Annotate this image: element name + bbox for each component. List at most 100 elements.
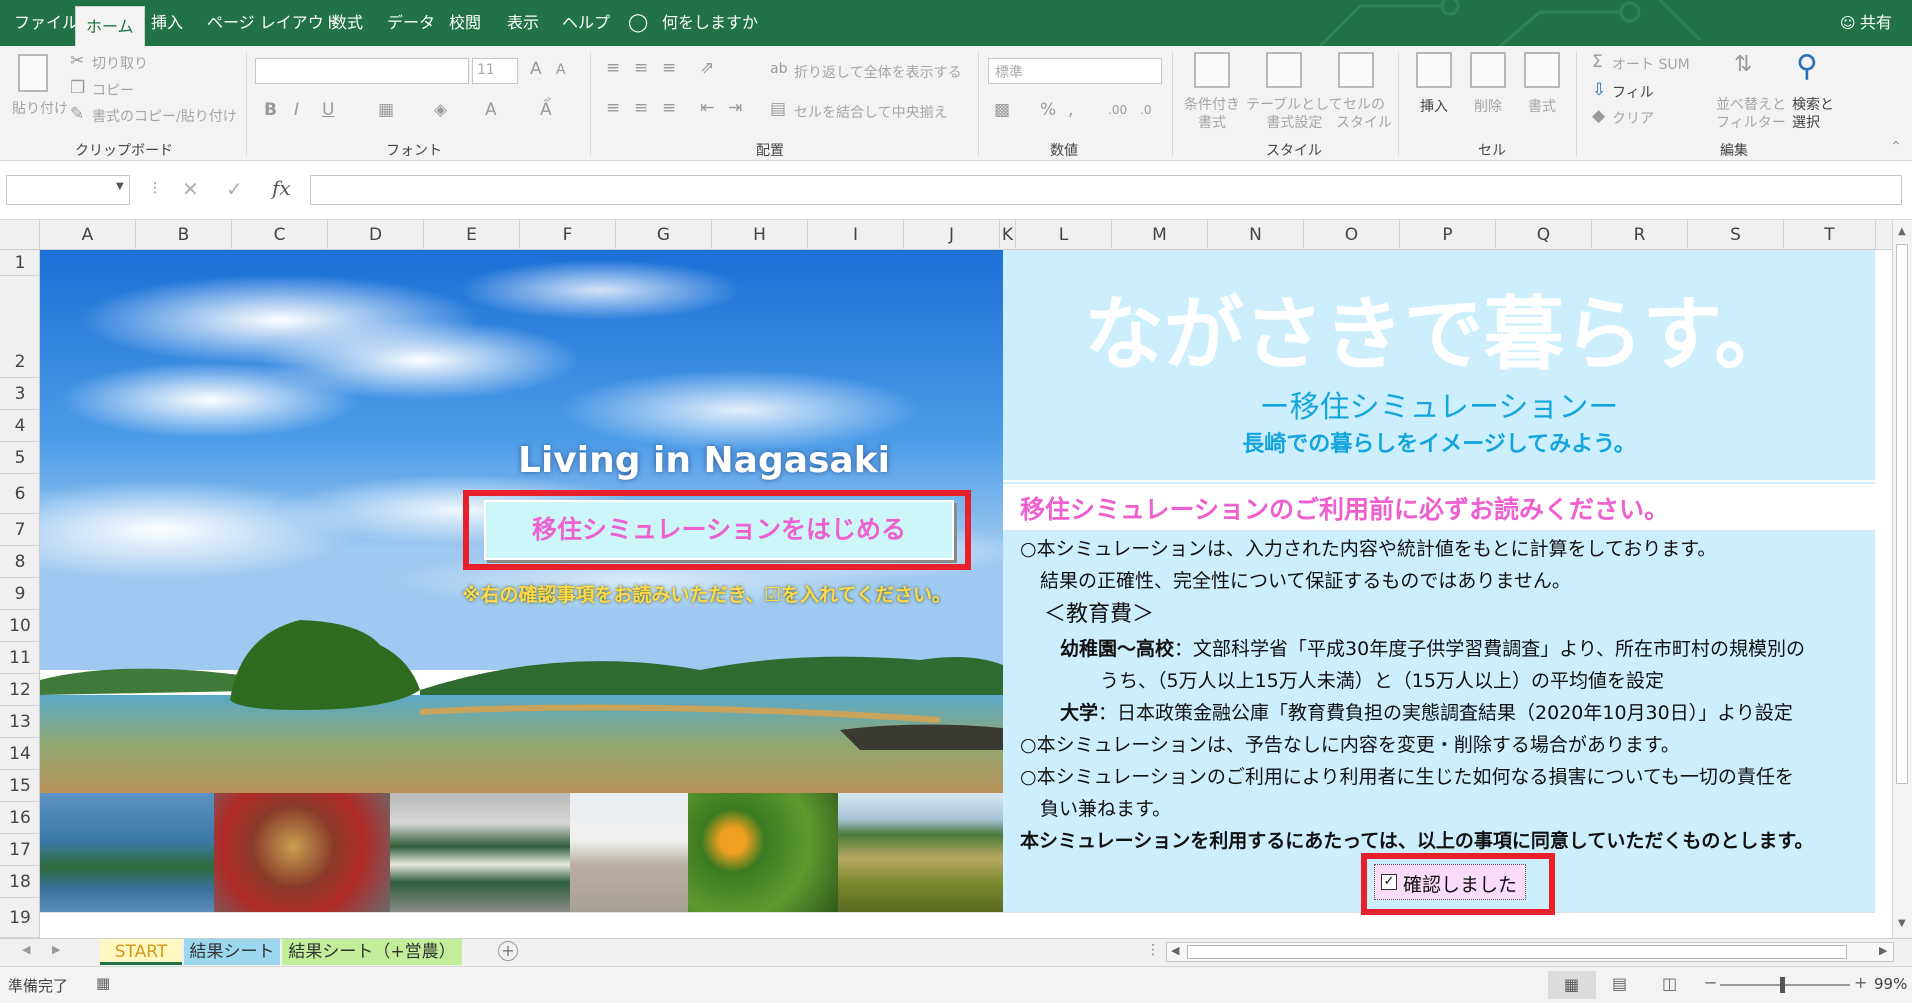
insert-function-button[interactable]: fx: [272, 178, 291, 198]
phonetic-icon[interactable]: Ẩ: [540, 102, 552, 119]
conditional-format-button[interactable]: 条件付き 書式: [1184, 96, 1240, 132]
zoom-in-button[interactable]: +: [1854, 973, 1867, 992]
row-header[interactable]: 14: [0, 738, 40, 770]
paste-button[interactable]: 貼り付け: [12, 98, 68, 118]
scroll-right-icon[interactable]: ▶: [1879, 944, 1887, 957]
column-header[interactable]: E: [424, 220, 520, 250]
row-header[interactable]: 9: [0, 578, 40, 610]
font-color-icon[interactable]: A: [485, 102, 497, 119]
font-size-select[interactable]: 11: [472, 58, 518, 84]
row-header[interactable]: 19: [0, 898, 40, 938]
column-header[interactable]: L: [1016, 220, 1112, 250]
scroll-down-icon[interactable]: ▼: [1898, 918, 1906, 929]
tab-file[interactable]: ファイル: [14, 0, 78, 46]
column-header[interactable]: F: [520, 220, 616, 250]
format-as-table-button[interactable]: テーブルとして 書式設定: [1246, 96, 1343, 132]
column-header[interactable]: K: [1000, 220, 1016, 250]
prev-sheet-icon[interactable]: ◀: [22, 943, 30, 956]
tab-page-layout[interactable]: ページ レイアウト: [207, 0, 340, 46]
tab-insert[interactable]: 挿入: [151, 0, 183, 46]
wrap-text-button[interactable]: 折り返して全体を表示する: [794, 62, 962, 82]
row-header[interactable]: 16: [0, 802, 40, 834]
row-header[interactable]: 17: [0, 834, 40, 866]
cell-styles-button[interactable]: セルの スタイル: [1336, 96, 1392, 132]
row-header[interactable]: 1: [0, 250, 40, 276]
macro-record-icon[interactable]: ▦: [96, 974, 110, 992]
chevron-down-icon[interactable]: ▼: [116, 182, 124, 192]
orientation-icon[interactable]: ⇗: [700, 60, 714, 77]
column-header[interactable]: G: [616, 220, 712, 250]
select-all-corner[interactable]: [0, 220, 40, 250]
increase-indent-icon[interactable]: ⇥: [728, 100, 742, 117]
font-name-select[interactable]: [255, 58, 469, 84]
next-sheet-icon[interactable]: ▶: [52, 943, 60, 956]
column-header[interactable]: M: [1112, 220, 1208, 250]
column-header[interactable]: D: [328, 220, 424, 250]
underline-button[interactable]: U: [322, 102, 334, 119]
column-header[interactable]: S: [1688, 220, 1784, 250]
tab-formulas[interactable]: 数式: [331, 0, 363, 46]
currency-icon[interactable]: ▩: [994, 102, 1010, 119]
format-painter-button[interactable]: 書式のコピー/貼り付け: [92, 106, 237, 126]
percent-icon[interactable]: %: [1040, 102, 1056, 119]
column-header[interactable]: A: [40, 220, 136, 250]
column-header[interactable]: Q: [1496, 220, 1592, 250]
decrease-decimal-icon[interactable]: .0: [1140, 104, 1151, 116]
number-format-select[interactable]: 標準: [988, 58, 1162, 84]
row-header[interactable]: 8: [0, 546, 40, 578]
row-header[interactable]: 6: [0, 474, 40, 514]
sheet-tab-results-farming[interactable]: 結果シート（+営農）: [282, 939, 462, 965]
tab-help[interactable]: ヘルプ: [562, 0, 610, 46]
tab-review[interactable]: 校閲: [449, 0, 481, 46]
copy-button[interactable]: コピー: [92, 80, 134, 100]
italic-button[interactable]: I: [294, 102, 299, 119]
border-icon[interactable]: ▦: [378, 102, 394, 119]
align-right-icon[interactable]: ≡: [662, 100, 676, 117]
row-header[interactable]: 12: [0, 674, 40, 706]
delete-cells-button[interactable]: 削除: [1474, 96, 1502, 116]
align-bottom-icon[interactable]: ≡: [662, 60, 676, 77]
horizontal-scrollbar[interactable]: ◀ ▶: [1166, 942, 1894, 962]
align-top-icon[interactable]: ≡: [606, 60, 620, 77]
cut-button[interactable]: 切り取り: [92, 53, 148, 73]
cancel-icon[interactable]: ✕: [182, 179, 199, 199]
normal-view-button[interactable]: ▦: [1548, 971, 1596, 999]
add-sheet-icon[interactable]: +: [498, 941, 518, 961]
comma-icon[interactable]: ,: [1068, 102, 1073, 119]
column-header[interactable]: R: [1592, 220, 1688, 250]
row-header[interactable]: 13: [0, 706, 40, 738]
enter-check-icon[interactable]: ✓: [226, 179, 243, 199]
insert-cells-button[interactable]: 挿入: [1420, 96, 1448, 116]
collapse-ribbon-icon[interactable]: ⌃: [1890, 140, 1902, 154]
column-header[interactable]: I: [808, 220, 904, 250]
align-middle-icon[interactable]: ≡: [634, 60, 648, 77]
column-header[interactable]: B: [136, 220, 232, 250]
page-break-view-icon[interactable]: ◫: [1662, 974, 1677, 993]
zoom-slider-thumb[interactable]: [1780, 977, 1785, 993]
column-header[interactable]: J: [904, 220, 1000, 250]
sort-filter-button[interactable]: 並べ替えと フィルター: [1716, 96, 1786, 132]
name-box[interactable]: [6, 175, 130, 205]
column-header[interactable]: H: [712, 220, 808, 250]
fill-button[interactable]: フィル: [1612, 82, 1654, 102]
increase-decimal-icon[interactable]: .00: [1108, 104, 1127, 116]
autosum-button[interactable]: オート SUM: [1612, 54, 1690, 74]
checkbox-check-icon[interactable]: ✓: [1381, 874, 1397, 890]
scroll-left-icon[interactable]: ◀: [1171, 944, 1179, 957]
sheet-tab-results[interactable]: 結果シート: [184, 939, 280, 965]
row-header[interactable]: 7: [0, 514, 40, 546]
increase-font-icon[interactable]: A: [530, 61, 542, 78]
tell-me-search[interactable]: 何をしますか: [662, 0, 758, 46]
merge-center-button[interactable]: セルを結合して中央揃え: [794, 102, 948, 122]
cell-row-19[interactable]: [40, 912, 1875, 938]
align-center-icon[interactable]: ≡: [634, 100, 648, 117]
row-header[interactable]: 3: [0, 378, 40, 410]
align-left-icon[interactable]: ≡: [606, 100, 620, 117]
clear-button[interactable]: クリア: [1612, 108, 1654, 128]
row-header[interactable]: 11: [0, 642, 40, 674]
row-header[interactable]: 15: [0, 770, 40, 802]
column-header[interactable]: C: [232, 220, 328, 250]
sheet-tab-start[interactable]: START: [100, 939, 182, 965]
row-header[interactable]: 18: [0, 866, 40, 898]
row-header[interactable]: 10: [0, 610, 40, 642]
